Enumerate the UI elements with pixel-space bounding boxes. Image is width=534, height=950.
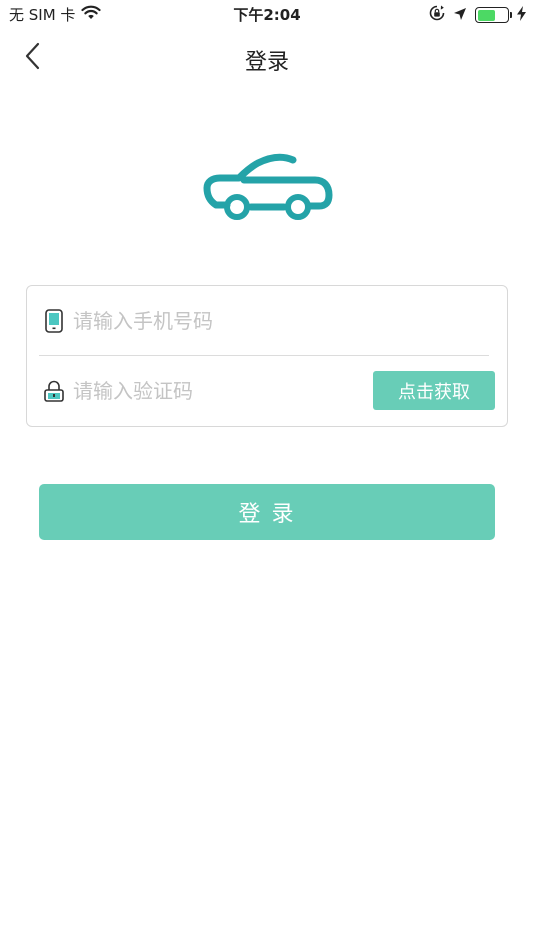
battery-icon (475, 7, 512, 23)
location-arrow-icon (453, 6, 467, 25)
battery-level (477, 9, 495, 21)
rotation-lock-icon (429, 5, 445, 25)
phone-row (27, 286, 507, 356)
page-title: 登录 (244, 50, 289, 75)
login-form: 点击获取 (26, 285, 508, 427)
charging-bolt-icon (517, 5, 526, 25)
login-button[interactable]: 登 录 (39, 484, 495, 540)
lock-icon (43, 379, 65, 403)
car-logo-icon (200, 150, 334, 226)
get-code-button[interactable]: 点击获取 (373, 371, 495, 410)
phone-input[interactable] (73, 304, 363, 338)
status-right (429, 5, 526, 25)
status-bar: 无 SIM 卡 下午2:04 (0, 0, 534, 28)
code-row: 点击获取 (27, 356, 507, 426)
nav-bar: 登录 (0, 28, 534, 88)
phone-icon (43, 309, 65, 333)
verification-code-input[interactable] (73, 374, 363, 408)
